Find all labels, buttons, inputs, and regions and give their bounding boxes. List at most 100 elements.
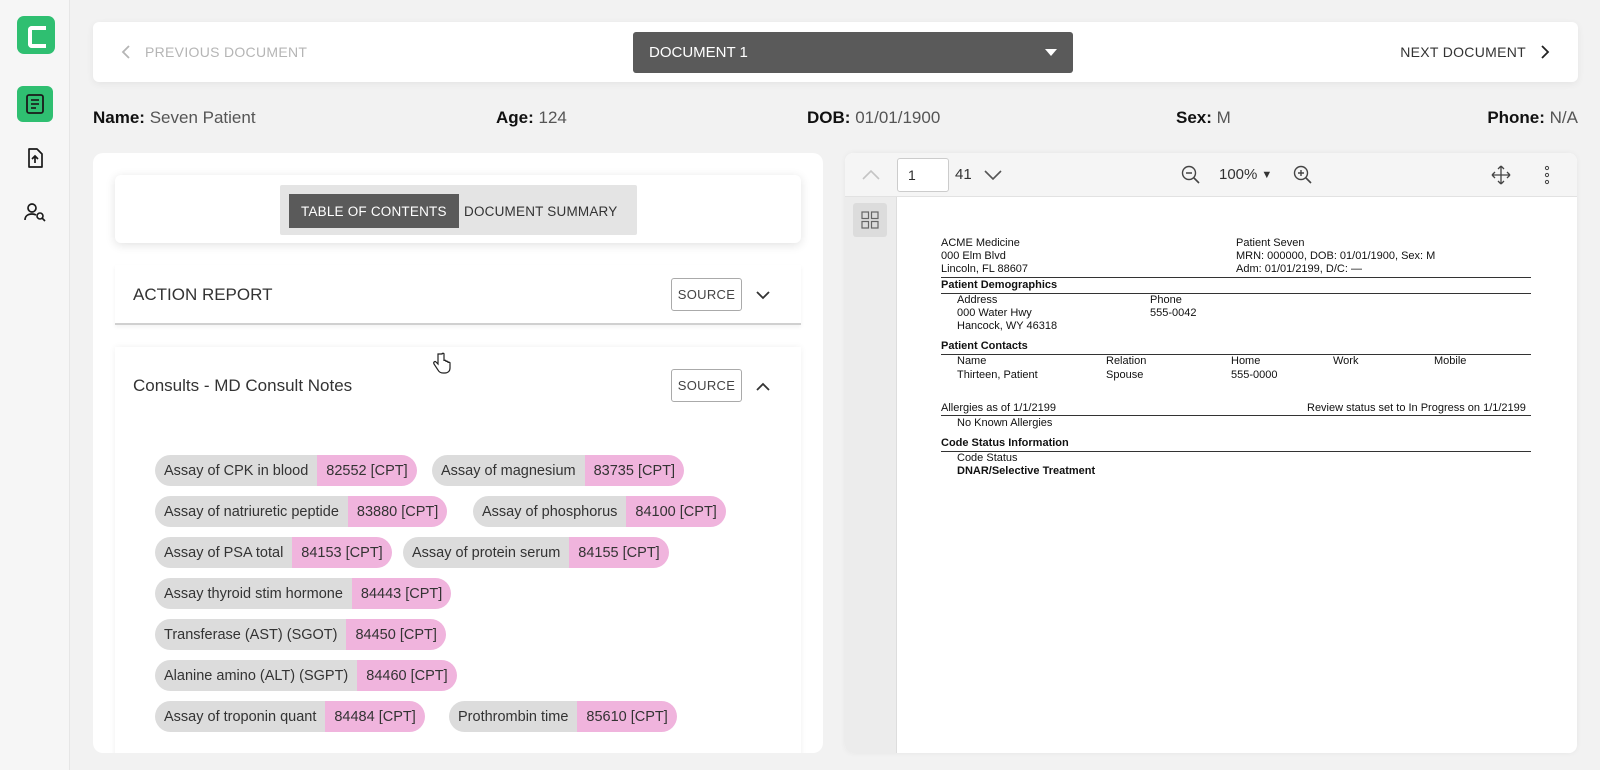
contacts-header-work: Work (1333, 355, 1359, 367)
code-name: Assay of magnesium (432, 455, 585, 486)
chevron-up-icon[interactable] (751, 374, 775, 398)
patient-phone-value: N/A (1549, 108, 1578, 127)
code-pill[interactable]: Assay of CPK in blood 82552 [CPT] (155, 455, 417, 486)
patient-name-value: Seven Patient (149, 108, 256, 127)
patient-age-field: Age: 124 (496, 108, 567, 128)
patient-phone-field: Phone: N/A (1487, 108, 1578, 128)
more-options-button[interactable] (1535, 163, 1559, 187)
thumbnails-toggle-button[interactable] (853, 203, 887, 237)
upload-file-icon (28, 148, 43, 168)
patient-name-field: Name: Seven Patient (93, 108, 256, 128)
allergies-value: No Known Allergies (957, 417, 1053, 429)
code-value: 83735 [CPT] (584, 455, 685, 486)
code-value: 84450 [CPT] (346, 619, 446, 650)
next-document-label: NEXT DOCUMENT (1400, 44, 1526, 60)
code-name: Assay of CPK in blood (155, 455, 318, 486)
page-number-input[interactable]: 1 (897, 158, 949, 192)
zoom-in-button[interactable] (1291, 163, 1315, 187)
code-pill[interactable]: Assay of natriuretic peptide 83880 [CPT] (155, 496, 448, 527)
document-navigation-bar: PREVIOUS DOCUMENT DOCUMENT 1 NEXT DOCUME… (93, 22, 1578, 82)
code-status-label: Code Status (957, 452, 1018, 464)
action-report-source-button[interactable]: SOURCE (671, 278, 742, 311)
patient-phone-label: Phone: (1487, 108, 1545, 127)
chevron-up-icon (862, 170, 880, 180)
document-viewer: 1 41 100% ▼ ACME Medicine 000 Elm Blvd L… (845, 153, 1577, 753)
patient-dob-field: DOB: 01/01/1900 (807, 108, 940, 128)
code-pill[interactable]: Assay of PSA total 84153 [CPT] (155, 537, 392, 568)
caret-down-icon: ▼ (1261, 168, 1273, 181)
documents-nav-button[interactable] (17, 86, 53, 122)
zoom-level-select[interactable]: 100% ▼ (1219, 166, 1272, 183)
zoom-in-icon (1293, 165, 1312, 184)
facility-address-line2: Lincoln, FL 88607 (941, 263, 1029, 275)
facility-address-line1: 000 Elm Blvd (941, 250, 1006, 262)
zoom-out-button[interactable] (1179, 163, 1203, 187)
patient-dob-value: 01/01/1900 (855, 108, 941, 127)
contacts-heading: Patient Contacts (941, 340, 1028, 352)
doc-patient-mrn: MRN: 000000, DOB: 01/01/1900, Sex: M (1236, 250, 1436, 262)
zoom-out-icon (1181, 165, 1200, 184)
code-value: 84443 [CPT] (351, 578, 452, 609)
upload-nav-button[interactable] (17, 140, 53, 176)
contact-home-phone: 555-0000 (1231, 369, 1278, 381)
app-sidebar (0, 0, 70, 770)
code-name: Assay of troponin quant (155, 701, 326, 732)
previous-document-button[interactable]: PREVIOUS DOCUMENT (121, 22, 307, 82)
contacts-header-relation: Relation (1106, 355, 1147, 367)
code-name: Assay of phosphorus (473, 496, 627, 527)
code-value: 83880 [CPT] (347, 496, 448, 527)
viewer-sidebar (845, 197, 897, 753)
contacts-header-name: Name (957, 355, 987, 367)
code-pill[interactable]: Assay of troponin quant 84484 [CPT] (155, 701, 425, 732)
patient-age-label: Age: (496, 108, 534, 127)
pan-tool-button[interactable] (1489, 163, 1513, 187)
action-report-section[interactable]: ACTION REPORT SOURCE (115, 265, 801, 325)
patient-sex-label: Sex: (1176, 108, 1212, 127)
code-pill[interactable]: Prothrombin time 85610 [CPT] (449, 701, 677, 732)
allergies-heading: Allergies as of 1/1/2199 (941, 402, 1056, 414)
code-pill[interactable]: Transferase (AST) (SGOT) 84450 [CPT] (155, 619, 446, 650)
allergies-review-status: Review status set to In Progress on 1/1/… (1307, 402, 1526, 414)
chevron-right-icon (1541, 45, 1550, 59)
contacts-header-home: Home (1231, 355, 1261, 367)
patient-search-nav-button[interactable] (17, 194, 53, 230)
code-status-value: DNAR/Selective Treatment (957, 465, 1096, 477)
code-value: 84484 [CPT] (325, 701, 425, 732)
tab-document-summary[interactable]: DOCUMENT SUMMARY (452, 194, 629, 228)
contact-name: Thirteen, Patient (957, 369, 1038, 381)
document-icon (26, 94, 44, 114)
patient-name-label: Name: (93, 108, 145, 127)
code-name: Assay thyroid stim hormone (155, 578, 352, 609)
address-label: Address (957, 294, 998, 306)
code-pill[interactable]: Assay of protein serum 84155 [CPT] (403, 537, 669, 568)
grid-icon (861, 211, 879, 229)
divider (941, 277, 1531, 278)
document-select[interactable]: DOCUMENT 1 (633, 32, 1073, 73)
divider (941, 293, 1531, 294)
code-pill[interactable]: Assay of phosphorus 84100 [CPT] (473, 496, 726, 527)
consults-source-button[interactable]: SOURCE (671, 369, 742, 402)
code-pill[interactable]: Assay thyroid stim hormone 84443 [CPT] (155, 578, 452, 609)
caret-down-icon (1045, 49, 1057, 56)
action-report-title: ACTION REPORT (133, 285, 273, 304)
next-document-button[interactable]: NEXT DOCUMENT (1400, 22, 1550, 82)
code-value: 84460 [CPT] (357, 660, 457, 691)
code-value: 84155 [CPT] (569, 537, 669, 568)
previous-page-button[interactable] (859, 163, 883, 187)
app-logo[interactable] (17, 16, 55, 54)
viewer-toolbar: 1 41 100% ▼ (845, 153, 1577, 197)
zoom-level-value: 100% (1219, 166, 1258, 183)
phone-value: 555-0042 (1150, 307, 1197, 319)
address-line2: Hancock, WY 46318 (957, 320, 1058, 332)
phone-label: Phone (1150, 294, 1182, 306)
code-pill[interactable]: Alanine amino (ALT) (SGPT) 84460 [CPT] (155, 660, 457, 691)
next-page-button[interactable] (981, 163, 1005, 187)
code-pill[interactable]: Assay of magnesium 83735 [CPT] (432, 455, 685, 486)
more-vertical-icon (1544, 165, 1550, 185)
code-value: 84100 [CPT] (626, 496, 726, 527)
chevron-down-icon[interactable] (751, 283, 775, 307)
patient-age-value: 124 (538, 108, 567, 127)
code-name: Assay of natriuretic peptide (155, 496, 348, 527)
page-total: 41 (955, 166, 972, 183)
tab-table-of-contents[interactable]: TABLE OF CONTENTS (289, 194, 459, 228)
